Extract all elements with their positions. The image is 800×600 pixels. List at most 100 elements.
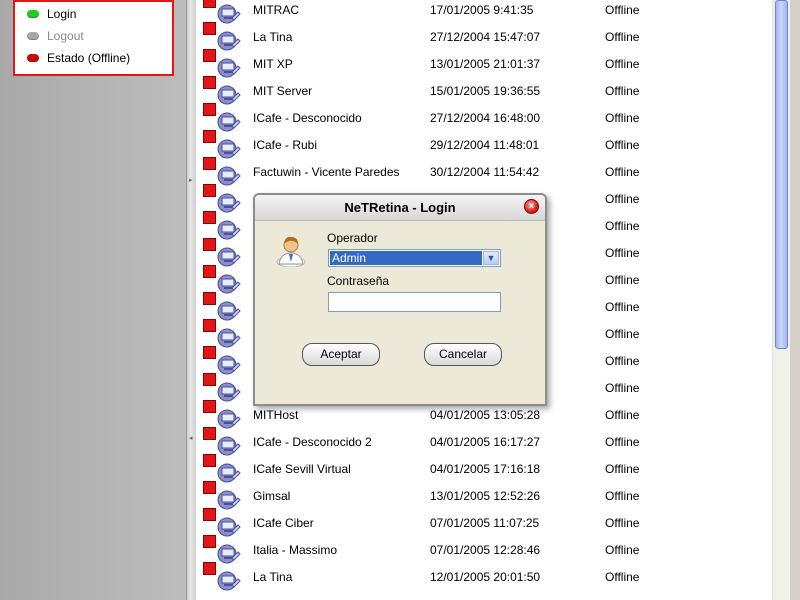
last-connection: 04/01/2005 16:17:27	[430, 435, 541, 449]
red-flag-icon	[203, 76, 216, 89]
computer-row[interactable]: ICafe - Rubi 29/12/2004 11:48:01 Offline	[196, 130, 772, 162]
network-computer-icon	[217, 4, 241, 24]
chevron-down-icon[interactable]: ▼	[483, 251, 499, 265]
network-computer-icon	[217, 328, 241, 348]
computer-name: MITHost	[253, 408, 299, 422]
status-text: Offline	[605, 327, 640, 341]
logout-label: Logout	[47, 29, 84, 43]
computer-name: MITRAC	[253, 3, 299, 17]
last-connection: 07/01/2005 11:07:25	[430, 516, 540, 530]
left-pane: Login Logout Estado (Offline)	[0, 0, 186, 600]
red-flag-icon	[203, 22, 216, 35]
status-text: Offline	[605, 30, 640, 44]
dialog-titlebar[interactable]: NeTRetina - Login ×	[255, 195, 545, 221]
computer-name: Factuwin - Vicente Paredes	[253, 165, 400, 179]
last-connection: 27/12/2004 16:48:00	[430, 111, 541, 125]
close-icon[interactable]: ×	[524, 199, 539, 214]
computer-name: Italia - Massimo	[253, 543, 338, 557]
computer-name: ICafe Sevill Virtual	[253, 462, 351, 476]
cancel-button[interactable]: Cancelar	[424, 343, 502, 366]
status-text: Offline	[605, 300, 640, 314]
red-flag-icon	[203, 130, 216, 143]
last-connection: 13/01/2005 21:01:37	[430, 57, 541, 71]
red-flag-icon	[203, 481, 216, 494]
computer-name: ICafe Ciber	[253, 516, 314, 530]
red-flag-icon	[203, 292, 216, 305]
computer-row[interactable]: MITHost 04/01/2005 13:05:28 Offline	[196, 400, 772, 432]
last-connection: 04/01/2005 13:05:28	[430, 408, 541, 422]
red-flag-icon	[203, 0, 216, 8]
status-text: Offline	[605, 462, 640, 476]
network-computer-icon	[217, 31, 241, 51]
computer-row[interactable]: Gimsal 13/01/2005 12:52:26 Offline	[196, 481, 772, 513]
computer-row[interactable]: MITRAC 17/01/2005 9:41:35 Offline	[196, 0, 772, 27]
status-text: Offline	[605, 489, 640, 503]
splitter-grip-bottom-icon: ◂	[189, 435, 193, 442]
status-panel-header	[15, 0, 172, 2]
status-text: Offline	[605, 192, 640, 206]
status-text: Offline	[605, 273, 640, 287]
splitter[interactable]: ▸ ◂	[186, 0, 196, 600]
red-flag-icon	[203, 238, 216, 251]
red-flag-icon	[203, 319, 216, 332]
last-connection: 04/01/2005 17:16:18	[430, 462, 541, 476]
operator-select[interactable]: Admin ▼	[328, 249, 501, 267]
password-label: Contraseña	[327, 274, 390, 288]
computer-name: ICafe - Desconocido 2	[253, 435, 372, 449]
network-computer-icon	[217, 544, 241, 564]
red-led-icon	[27, 54, 39, 62]
network-computer-icon	[217, 85, 241, 105]
computer-row[interactable]: ICafe - Desconocido 2 04/01/2005 16:17:27…	[196, 427, 772, 459]
splitter-grip-top-icon: ▸	[189, 177, 193, 184]
computer-row[interactable]: Italia - Massimo 07/01/2005 12:28:46 Offli…	[196, 535, 772, 567]
red-flag-icon	[203, 454, 216, 467]
status-label: Estado (Offline)	[47, 51, 131, 65]
vertical-scrollbar[interactable]	[772, 0, 790, 600]
operator-value: Admin	[330, 251, 482, 265]
network-computer-icon	[217, 112, 241, 132]
computer-name: MIT XP	[253, 57, 293, 71]
computer-row[interactable]: Factuwin - Vicente Paredes 30/12/2004 11:…	[196, 157, 772, 189]
operator-label: Operador	[327, 231, 378, 245]
user-icon	[276, 236, 306, 267]
network-computer-icon	[217, 166, 241, 186]
logout-item[interactable]: Logout	[27, 28, 84, 44]
red-flag-icon	[203, 265, 216, 278]
network-computer-icon	[217, 220, 241, 240]
red-flag-icon	[203, 49, 216, 62]
password-field[interactable]	[328, 292, 501, 312]
computer-row[interactable]: ICafe Ciber 07/01/2005 11:07:25 Offline	[196, 508, 772, 540]
status-text: Offline	[605, 354, 640, 368]
red-flag-icon	[203, 508, 216, 521]
network-computer-icon	[217, 571, 241, 591]
accept-button[interactable]: Aceptar	[302, 343, 380, 366]
network-computer-icon	[217, 301, 241, 321]
network-computer-icon	[217, 382, 241, 402]
status-text: Offline	[605, 57, 640, 71]
network-computer-icon	[217, 193, 241, 213]
network-computer-icon	[217, 463, 241, 483]
computer-row[interactable]: MIT Server 15/01/2005 19:36:55 Offline	[196, 76, 772, 108]
computer-row[interactable]: MIT XP 13/01/2005 21:01:37 Offline	[196, 49, 772, 81]
status-text: Offline	[605, 381, 640, 395]
red-flag-icon	[203, 157, 216, 170]
computer-row[interactable]: La Tina 27/12/2004 15:47:07 Offline	[196, 22, 772, 54]
status-text: Offline	[605, 219, 640, 233]
computer-row[interactable]: ICafe - Desconocido 27/12/2004 16:48:00 Of…	[196, 103, 772, 135]
computer-name: MIT Server	[253, 84, 313, 98]
computer-row[interactable]: La Tina 12/01/2005 20:01:50 Offline	[196, 562, 772, 594]
computer-name: La Tina	[253, 30, 293, 44]
status-text: Offline	[605, 246, 640, 260]
red-flag-icon	[203, 184, 216, 197]
status-text: Offline	[605, 516, 640, 530]
network-computer-icon	[217, 58, 241, 78]
status-item[interactable]: Estado (Offline)	[27, 50, 130, 66]
red-flag-icon	[203, 562, 216, 575]
network-computer-icon	[217, 409, 241, 429]
computer-name: ICafe - Desconocido	[253, 111, 362, 125]
status-text: Offline	[605, 570, 640, 584]
status-text: Offline	[605, 3, 640, 17]
computer-row[interactable]: ICafe Sevill Virtual 04/01/2005 17:16:18 O…	[196, 454, 772, 486]
scrollbar-thumb[interactable]	[775, 0, 788, 349]
login-item[interactable]: Login	[27, 6, 76, 22]
